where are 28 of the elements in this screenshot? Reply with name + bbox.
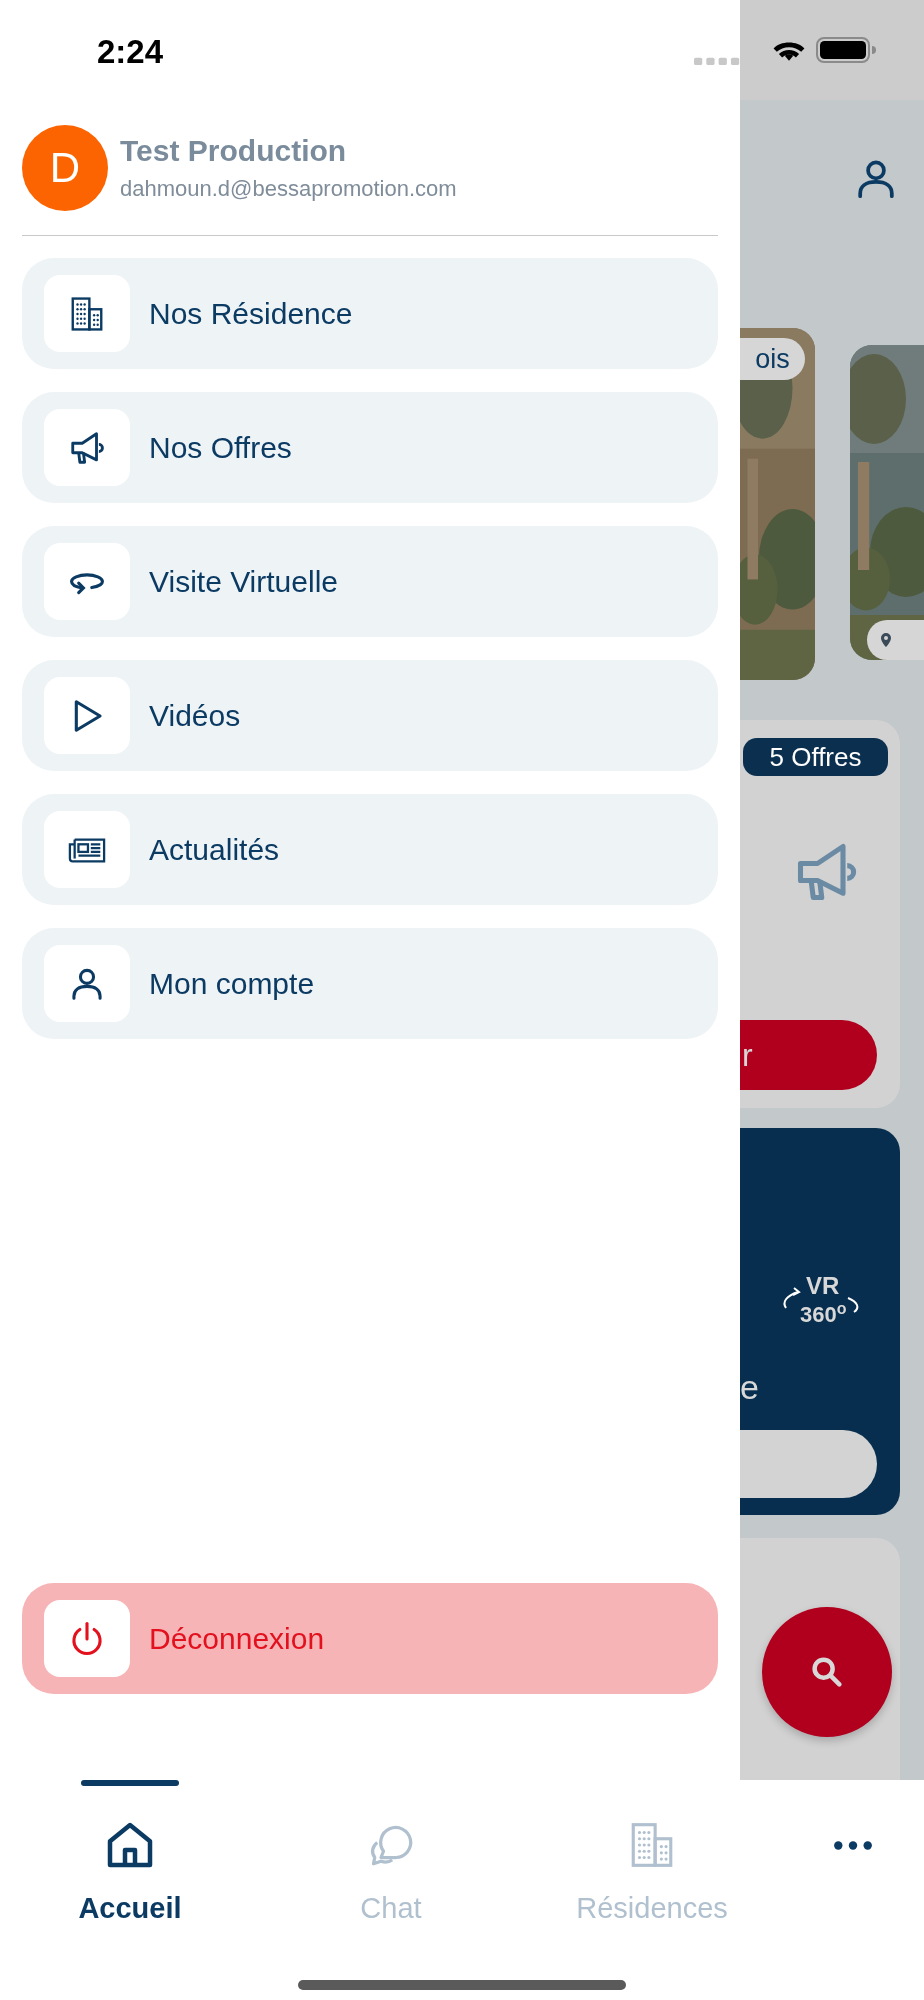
menu-label: Nos Résidence <box>149 296 353 331</box>
offers-badge: 5 Offres <box>743 738 888 776</box>
user-email: dahmoun.d@bessapromotion.com <box>120 176 457 202</box>
home-icon <box>105 1820 155 1870</box>
avatar: D <box>22 125 108 211</box>
menu-item[interactable]: Visite Virtuelle <box>22 526 718 637</box>
card-title: e <box>740 1368 759 1407</box>
more-icon <box>832 1840 874 1851</box>
menu-item[interactable]: Vidéos <box>22 660 718 771</box>
menu-label: Nos Offres <box>149 430 292 465</box>
tab[interactable]: Accueil <box>0 1780 260 1980</box>
menu-label: Visite Virtuelle <box>149 564 338 599</box>
user-name: Test Production <box>120 134 348 168</box>
status-time: 2:24 <box>97 33 164 71</box>
menu-item[interactable]: Actualités <box>22 794 718 905</box>
menu-item[interactable]: Nos Offres <box>22 392 718 503</box>
location-tag: ois <box>740 338 805 380</box>
menu-label: Mon compte <box>149 966 315 1001</box>
pin-icon <box>881 633 891 647</box>
offers-button[interactable]: r <box>740 1020 877 1090</box>
battery-icon <box>816 37 876 63</box>
card-button[interactable] <box>740 1430 877 1498</box>
menu-item[interactable]: Nos Résidence <box>22 258 718 369</box>
logout-label: Déconnexion <box>149 1621 325 1656</box>
menu-label: Actualités <box>149 832 280 867</box>
menu-label: Vidéos <box>149 698 241 733</box>
search-icon <box>809 1654 845 1690</box>
menu-item[interactable]: Mon compte <box>22 928 718 1039</box>
